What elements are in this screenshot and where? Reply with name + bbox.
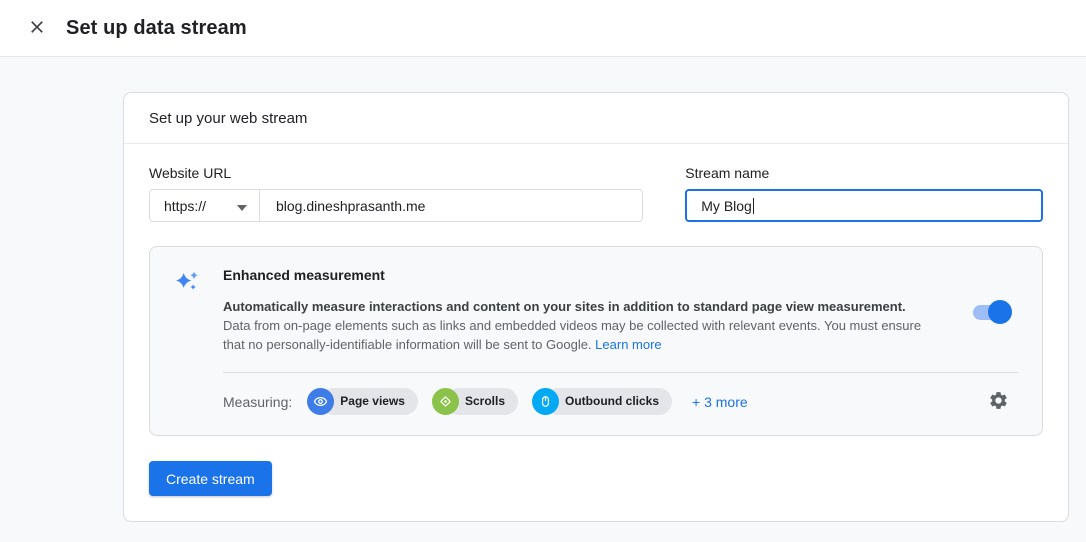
chip-page-views[interactable]: Page views [307,388,418,415]
stream-name-value: My Blog [701,198,752,214]
website-url-field: Website URL https:// blog.dineshprasanth… [149,165,643,222]
page-title: Set up data stream [66,17,247,40]
scroll-icon [432,388,459,415]
card-body: Website URL https:// blog.dineshprasanth… [124,144,1068,521]
protocol-value: https:// [164,198,206,214]
stream-form: Website URL https:// blog.dineshprasanth… [149,165,1043,222]
web-stream-card: Set up your web stream Website URL https… [123,92,1069,522]
chevron-down-icon [237,198,247,214]
enhanced-measurement-title: Enhanced measurement [223,267,1018,283]
close-icon [27,17,47,40]
protocol-dropdown[interactable]: https:// [150,190,260,221]
text-cursor [753,198,754,214]
toggle-knob [988,300,1012,324]
chip-label: Page views [320,388,418,415]
close-button[interactable] [25,16,49,40]
chip-label: Outbound clicks [545,388,672,415]
measurement-settings-button[interactable] [986,390,1010,414]
more-measurements-link[interactable]: + 3 more [692,394,748,410]
stream-name-input[interactable]: My Blog [685,189,1043,222]
description-line1: Automatically measure interactions and c… [223,297,933,316]
sparkle-icon [174,267,223,415]
learn-more-link[interactable]: Learn more [595,337,661,352]
create-stream-button[interactable]: Create stream [149,461,272,496]
website-url-value[interactable]: blog.dineshprasanth.me [260,190,642,221]
divider [223,372,1018,373]
chip-outbound-clicks[interactable]: Outbound clicks [532,388,672,415]
measuring-label: Measuring: [223,394,292,410]
stream-name-label: Stream name [685,165,1043,181]
stream-name-field: Stream name My Blog [685,165,1043,222]
measuring-row: Measuring: Page views [223,388,1018,415]
gear-icon [988,390,1009,414]
enhanced-measurement-content: Enhanced measurement Automatically measu… [223,267,1018,415]
enhanced-measurement-description: Automatically measure interactions and c… [223,297,933,354]
website-url-input[interactable]: https:// blog.dineshprasanth.me [149,189,643,222]
chip-scrolls[interactable]: Scrolls [432,388,518,415]
description-rest: Data from on-page elements such as links… [223,318,921,352]
enhanced-measurement-toggle[interactable] [973,305,1008,320]
mouse-icon [532,388,559,415]
card-title: Set up your web stream [124,93,1068,144]
website-url-label: Website URL [149,165,643,181]
enhanced-measurement-panel: Enhanced measurement Automatically measu… [149,246,1043,436]
dialog-header: Set up data stream [0,0,1086,57]
